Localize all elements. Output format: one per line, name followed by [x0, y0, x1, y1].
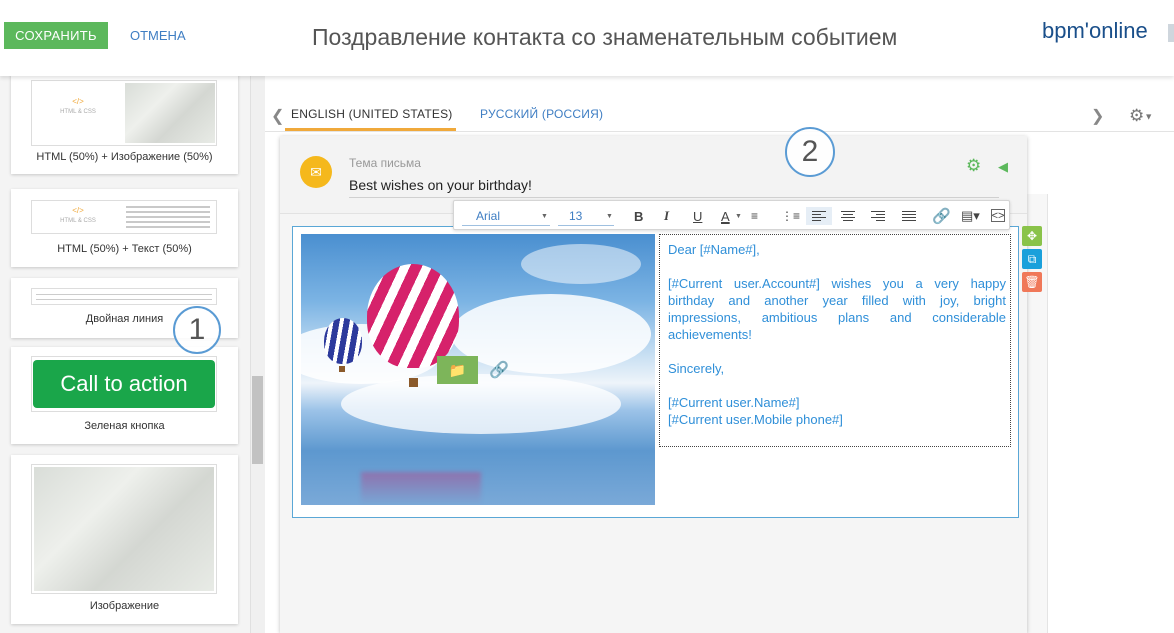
code-icon: </>: [72, 206, 84, 215]
chevron-left-icon[interactable]: ❮: [271, 106, 284, 126]
block-thumbnail: [31, 464, 217, 594]
big-balloon: [367, 264, 459, 368]
content-blocks-panel: </> HTML & CSS HTML (50%) + Изображение …: [0, 76, 250, 633]
small-balloon: [324, 318, 362, 364]
cancel-button[interactable]: ОТМЕНА: [130, 22, 186, 49]
callout-1: 1: [173, 306, 221, 354]
font-select-underline: [462, 225, 550, 226]
active-tab-indicator: [285, 128, 456, 131]
double-line-preview: [31, 288, 217, 305]
chevron-down-icon[interactable]: ▼: [541, 207, 548, 225]
html-css-label: HTML & CSS: [60, 109, 96, 115]
align-right-icon[interactable]: [871, 207, 885, 225]
email-greeting: Dear [#Name#],: [668, 242, 760, 257]
save-button[interactable]: СОХРАНИТЬ: [4, 22, 108, 49]
size-select-underline: [558, 225, 614, 226]
align-left-icon[interactable]: [806, 207, 832, 225]
font-family-select[interactable]: Arial: [476, 207, 500, 225]
html-placeholder: </> HTML & CSS: [32, 97, 124, 115]
image-placeholder: [34, 467, 214, 591]
tag-icon[interactable]: ◀: [998, 159, 1008, 175]
subject-label: Тема письма: [349, 156, 421, 170]
logo: bpm'online: [1042, 18, 1148, 43]
block-caption: Изображение: [89, 600, 160, 612]
subject-underline: [349, 197, 999, 198]
block-caption: HTML (50%) + Текст (50%): [57, 243, 192, 255]
page-title: Поздравление контакта со знаменательным …: [312, 24, 898, 50]
cta-button-preview: Call to action: [33, 360, 215, 408]
block-thumbnail: </> HTML & CSS: [31, 80, 217, 146]
callout-2: 2: [785, 127, 835, 177]
numbered-list-icon[interactable]: ≡: [751, 207, 758, 225]
block-green-button[interactable]: Call to action Зеленая кнопка: [11, 347, 238, 444]
bold-button[interactable]: B: [634, 207, 643, 225]
html-placeholder: </> HTML & CSS: [32, 206, 124, 224]
editor-area: ❮ ENGLISH (UNITED STATES) РУССКИЙ (РОССИ…: [265, 76, 1174, 633]
gear-icon[interactable]: ⚙▼: [1129, 106, 1153, 126]
small-balloon-basket: [339, 366, 345, 372]
language-tabs: ❮ ENGLISH (UNITED STATES) РУССКИЙ (РОССИ…: [265, 98, 1174, 132]
email-signature-phone: [#Current user.Mobile phone#]: [668, 412, 843, 427]
folder-icon[interactable]: 📁: [437, 356, 478, 384]
italic-button[interactable]: I: [664, 207, 669, 225]
block-caption: HTML (50%) + Изображение (50%): [36, 151, 213, 163]
html-css-label: HTML & CSS: [60, 218, 96, 224]
insert-macro-icon[interactable]: ▤▾: [961, 207, 980, 225]
blocks-scrollbar-thumb[interactable]: [252, 376, 263, 464]
align-center-icon[interactable]: [841, 207, 855, 225]
trash-icon[interactable]: 🗑: [1022, 272, 1042, 292]
bullet-list-icon[interactable]: ⋮≡: [781, 207, 800, 225]
align-justify-icon[interactable]: [902, 207, 916, 225]
font-color-button[interactable]: A: [721, 207, 730, 225]
block-tools: ✥ ⧉ 🗑: [1022, 226, 1042, 295]
tab-russian[interactable]: РУССКИЙ (РОССИЯ): [480, 107, 603, 121]
image-placeholder: [125, 83, 215, 143]
window-edge-handle: [1168, 24, 1174, 42]
envelope-icon: ✉: [300, 156, 332, 188]
font-size-select[interactable]: 13: [569, 207, 582, 225]
email-closing: Sincerely,: [668, 361, 725, 376]
code-icon: </>: [72, 97, 84, 106]
water-reflection: [361, 472, 481, 505]
block-image[interactable]: Изображение: [11, 455, 238, 624]
balloon-image[interactable]: 📁 🔗: [301, 234, 655, 505]
chevron-right-icon[interactable]: ❯: [1091, 106, 1104, 126]
gear-icon[interactable]: ⚙: [966, 156, 981, 176]
blocks-scrollbar-track[interactable]: [250, 76, 265, 633]
tab-english[interactable]: ENGLISH (UNITED STATES): [291, 107, 453, 121]
source-code-icon[interactable]: <>: [991, 209, 1005, 222]
link-icon[interactable]: 🔗: [932, 207, 951, 225]
copy-icon[interactable]: ⧉: [1022, 249, 1042, 269]
move-icon[interactable]: ✥: [1022, 226, 1042, 246]
formatting-toolbar: Arial ▼ 13 ▼ B I U A ▼ ≡ ⋮≡ 🔗 ▤▾ <>: [453, 200, 1010, 230]
email-content-block[interactable]: 📁 🔗 Dear [#Name#], [#Current user.Accoun…: [292, 226, 1019, 518]
underline-button[interactable]: U: [693, 207, 702, 225]
big-balloon-basket: [409, 378, 418, 387]
email-body: [#Current user.Account#] wishes you a ve…: [668, 276, 1006, 342]
email-signature-name: [#Current user.Name#]: [668, 395, 800, 410]
chevron-down-icon[interactable]: ▼: [735, 207, 742, 225]
block-thumbnail: </> HTML & CSS: [31, 200, 217, 234]
subject-input[interactable]: Best wishes on your birthday!: [349, 177, 532, 193]
top-bar: СОХРАНИТЬ ОТМЕНА Поздравление контакта с…: [0, 0, 1174, 76]
email-text-block[interactable]: Dear [#Name#], [#Current user.Account#] …: [659, 234, 1011, 447]
chevron-down-icon[interactable]: ▼: [606, 207, 613, 225]
block-caption: Зеленая кнопка: [84, 420, 165, 432]
text-placeholder: [126, 206, 210, 231]
link-icon[interactable]: 🔗: [489, 360, 509, 380]
block-html-image[interactable]: </> HTML & CSS HTML (50%) + Изображение …: [11, 76, 238, 174]
block-html-text[interactable]: </> HTML & CSS HTML (50%) + Текст (50%): [11, 189, 238, 267]
